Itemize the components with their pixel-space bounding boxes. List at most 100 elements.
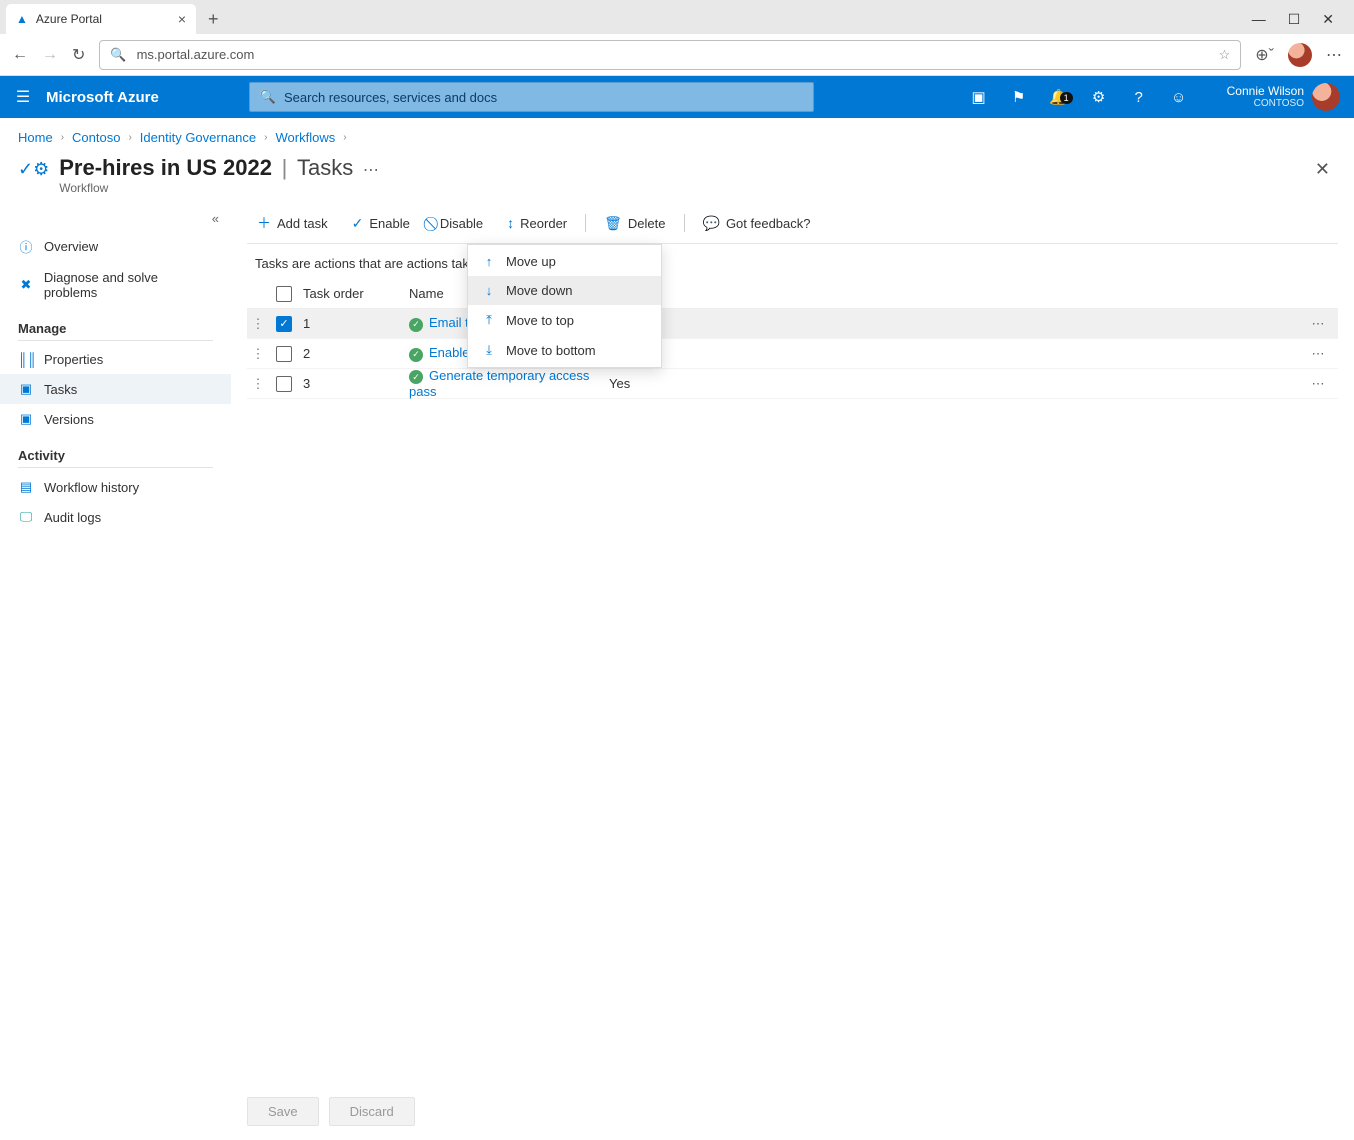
- global-search[interactable]: 🔍: [249, 82, 814, 112]
- cell-order: 3: [299, 376, 409, 391]
- azure-brand[interactable]: Microsoft Azure: [46, 89, 189, 106]
- sidebar-item-label: Properties: [44, 352, 103, 367]
- reorder-button[interactable]: ↕Reorder: [497, 211, 577, 235]
- minimize-icon[interactable]: ―: [1252, 11, 1266, 28]
- notifications-icon[interactable]: 🔔1: [1039, 88, 1079, 106]
- task-link[interactable]: Generate temporary access pass: [409, 368, 589, 400]
- row-checkbox[interactable]: [276, 376, 292, 392]
- new-tab-button[interactable]: +: [202, 9, 225, 30]
- menu-move-up[interactable]: ↑Move up: [468, 247, 661, 276]
- sidebar-item-history[interactable]: ▤ Workflow history: [0, 472, 231, 502]
- directory-filter-icon[interactable]: ⚑: [999, 88, 1039, 106]
- row-more-icon[interactable]: ⋯: [1298, 346, 1338, 362]
- window-controls: ― ☐ ✕: [1252, 11, 1348, 28]
- url-text: ms.portal.azure.com: [137, 47, 255, 62]
- refresh-icon[interactable]: ↻: [72, 45, 85, 65]
- close-window-icon[interactable]: ✕: [1322, 11, 1334, 28]
- sidebar-item-audit[interactable]: 🖵 Audit logs: [0, 502, 231, 532]
- cell-order: 1: [299, 316, 409, 331]
- footer-actions: Save Discard: [247, 1097, 415, 1126]
- sidebar-item-properties[interactable]: ║║ Properties: [0, 345, 231, 374]
- close-tab-icon[interactable]: ×: [178, 11, 186, 27]
- page-section: Tasks: [297, 155, 353, 180]
- sidebar-group-activity: Activity: [18, 438, 213, 468]
- history-icon: ▤: [18, 479, 34, 495]
- page-title: Pre-hires in US 2022: [59, 155, 272, 180]
- user-avatar: [1312, 83, 1340, 111]
- breadcrumb: Home › Contoso › Identity Governance › Work…: [0, 118, 1354, 149]
- search-icon: 🔍: [260, 89, 276, 105]
- help-icon[interactable]: ?: [1119, 89, 1159, 106]
- column-task-order[interactable]: Task order: [299, 286, 409, 301]
- browser-chrome: ▲ Azure Portal × + ― ☐ ✕ ← → ↻ 🔍 ms.port…: [0, 0, 1354, 76]
- back-icon[interactable]: ←: [12, 46, 28, 64]
- url-bar[interactable]: 🔍 ms.portal.azure.com ☆: [99, 40, 1241, 70]
- disable-button[interactable]: ⃠Disable: [424, 211, 493, 236]
- favorite-icon[interactable]: ☆: [1219, 47, 1231, 63]
- page-header: ✓⚙ Pre-hires in US 2022 | Tasks ⋯ Workfl…: [0, 149, 1354, 203]
- collapse-sidebar-icon[interactable]: «: [0, 207, 231, 230]
- cloud-shell-icon[interactable]: ▣: [959, 88, 999, 106]
- forward-icon[interactable]: →: [42, 46, 58, 64]
- chevron-right-icon: ›: [264, 132, 267, 143]
- workflow-icon: ✓⚙: [18, 155, 49, 180]
- sidebar: « ⓘ Overview ✖ Diagnose and solve proble…: [0, 203, 231, 1140]
- sidebar-item-overview[interactable]: ⓘ Overview: [0, 230, 231, 263]
- table-row[interactable]: ⋮ 3 ✓Generate temporary access pass Yes …: [247, 369, 1338, 399]
- status-ok-icon: ✓: [409, 348, 423, 362]
- breadcrumb-home[interactable]: Home: [18, 130, 53, 145]
- add-task-button[interactable]: ＋Add task: [247, 209, 338, 237]
- breadcrumb-workflows[interactable]: Workflows: [276, 130, 336, 145]
- status-ok-icon: ✓: [409, 318, 423, 332]
- row-more-icon[interactable]: ⋯: [1298, 376, 1338, 392]
- browser-tab[interactable]: ▲ Azure Portal ×: [6, 4, 196, 34]
- chevron-right-icon: ›: [128, 132, 131, 143]
- trash-icon: 🗑: [604, 215, 622, 232]
- browser-profile-avatar[interactable]: [1288, 43, 1312, 67]
- sidebar-item-diagnose[interactable]: ✖ Diagnose and solve problems: [0, 263, 231, 307]
- feedback-button[interactable]: 💬Got feedback?: [693, 211, 821, 236]
- browser-more-icon[interactable]: ⋯: [1326, 45, 1342, 65]
- collections-icon[interactable]: ⊕ˇ: [1255, 45, 1274, 65]
- drag-handle-icon[interactable]: ⋮: [247, 376, 269, 392]
- sidebar-item-label: Tasks: [44, 382, 77, 397]
- notification-badge: 1: [1060, 92, 1073, 104]
- tasks-table: Task order Name ⋮ ✓ 1 ✓Email to h ⋯ ⋮: [247, 279, 1338, 399]
- sidebar-item-tasks[interactable]: ▣ Tasks: [0, 374, 231, 404]
- drag-handle-icon[interactable]: ⋮: [247, 346, 269, 362]
- settings-icon[interactable]: ⚙: [1079, 88, 1119, 106]
- table-row[interactable]: ⋮ ✓ 1 ✓Email to h ⋯: [247, 309, 1338, 339]
- reorder-menu: ↑Move up ↓Move down ⤒Move to top ⤓Move t…: [467, 244, 662, 368]
- search-input[interactable]: [284, 90, 803, 105]
- close-blade-icon[interactable]: ✕: [1315, 155, 1336, 180]
- arrow-to-bottom-icon: ⤓: [482, 342, 496, 358]
- check-icon: ✓: [352, 215, 364, 232]
- enable-button[interactable]: ✓Enable: [342, 211, 420, 236]
- hamburger-icon[interactable]: ☰: [0, 87, 46, 107]
- menu-move-down[interactable]: ↓Move down: [468, 276, 661, 305]
- maximize-icon[interactable]: ☐: [1288, 11, 1301, 28]
- save-button[interactable]: Save: [247, 1097, 319, 1126]
- drag-handle-icon[interactable]: ⋮: [247, 316, 269, 332]
- sidebar-item-label: Versions: [44, 412, 94, 427]
- breadcrumb-identity-governance[interactable]: Identity Governance: [140, 130, 256, 145]
- select-all-checkbox[interactable]: [276, 286, 292, 302]
- cell-order: 2: [299, 346, 409, 361]
- user-menu[interactable]: Connie Wilson CONTOSO: [1199, 83, 1354, 111]
- delete-button[interactable]: 🗑Delete: [594, 211, 675, 236]
- row-checkbox[interactable]: ✓: [276, 316, 292, 332]
- toolbar: ＋Add task ✓Enable ⃠Disable ↕Reorder 🗑Del…: [247, 203, 1338, 244]
- table-row[interactable]: ⋮ 2 ✓Enable us ⋯: [247, 339, 1338, 369]
- reorder-icon: ↕: [507, 215, 514, 231]
- discard-button[interactable]: Discard: [329, 1097, 415, 1126]
- chevron-right-icon: ›: [61, 132, 64, 143]
- user-name: Connie Wilson: [1227, 85, 1304, 98]
- page-more-icon[interactable]: ⋯: [357, 162, 379, 179]
- menu-move-bottom[interactable]: ⤓Move to bottom: [468, 335, 661, 365]
- row-checkbox[interactable]: [276, 346, 292, 362]
- breadcrumb-contoso[interactable]: Contoso: [72, 130, 120, 145]
- feedback-icon[interactable]: ☺: [1159, 89, 1199, 106]
- row-more-icon[interactable]: ⋯: [1298, 316, 1338, 332]
- sidebar-item-versions[interactable]: ▣ Versions: [0, 404, 231, 434]
- menu-move-top[interactable]: ⤒Move to top: [468, 305, 661, 335]
